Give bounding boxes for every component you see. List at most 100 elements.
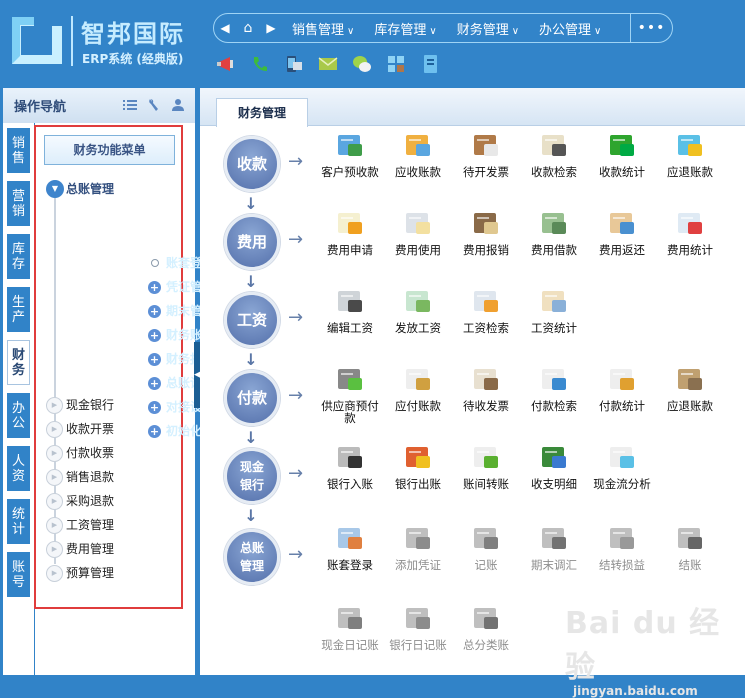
function-item[interactable]: 费用申请	[318, 210, 382, 256]
function-item[interactable]: 费用使用	[386, 210, 450, 256]
function-item[interactable]: 待收发票	[454, 366, 518, 412]
function-item[interactable]: 工资检索	[454, 288, 518, 334]
function-item[interactable]: 费用统计	[658, 210, 722, 256]
nav-menu-inventory[interactable]: 库存管理 ∨	[364, 19, 446, 38]
module-tab-office[interactable]: 办公	[7, 393, 30, 438]
wrench-icon[interactable]	[147, 98, 161, 112]
sidebar-header: 操作导航	[3, 88, 195, 123]
flow-node-general-ledger[interactable]: 总账管理	[224, 529, 280, 585]
plus-icon: +	[148, 280, 161, 294]
function-item[interactable]: 费用报销	[454, 210, 518, 256]
more-menu-button[interactable]: •••	[630, 13, 672, 43]
module-tab-statistics[interactable]: 统计	[7, 499, 30, 544]
mobile-icon[interactable]	[284, 54, 304, 74]
function-item[interactable]: 应退账款	[658, 366, 722, 412]
function-icon	[675, 366, 705, 394]
function-icon	[335, 525, 365, 553]
nav-menu-label: 财务管理	[456, 22, 509, 38]
nav-menu-sales[interactable]: 销售管理 ∨	[282, 19, 364, 38]
watermark-url: jingyan.baidu.com	[573, 684, 698, 698]
caret-left-icon[interactable]: ◀	[214, 21, 236, 35]
function-item[interactable]: 收款统计	[590, 132, 654, 178]
home-icon[interactable]: ⌂	[236, 20, 260, 36]
function-item[interactable]: 银行出账	[386, 444, 450, 490]
module-tab-sales[interactable]: 销售	[7, 128, 30, 173]
flow-node-cash-bank[interactable]: 现金银行	[224, 448, 280, 504]
arrow-down-icon: ↓	[244, 506, 258, 525]
function-item[interactable]: 收款检索	[522, 132, 586, 178]
tree-group-label: 费用管理	[66, 542, 115, 556]
function-label: 费用申请	[327, 243, 373, 257]
nav-menu-office[interactable]: 办公管理 ∨	[529, 19, 611, 38]
tab-finance-management[interactable]: 财务管理	[216, 98, 308, 127]
function-item[interactable]: 付款检索	[522, 366, 586, 412]
tree-group[interactable]: ▶ 付款收票	[46, 441, 181, 465]
wechat-icon[interactable]	[352, 54, 372, 74]
function-label: 现金日记账	[321, 638, 379, 652]
phone-icon[interactable]	[250, 54, 270, 74]
flow-node-payment[interactable]: 付款	[224, 370, 280, 426]
module-tab-production[interactable]: 生产	[7, 287, 30, 332]
user-icon[interactable]	[171, 98, 185, 112]
function-item[interactable]: 银行日记账	[386, 605, 450, 651]
flow-node-salary[interactable]: 工资	[224, 292, 280, 348]
tree-group[interactable]: ▶ 收款开票	[46, 417, 181, 441]
tree-group[interactable]: ▶ 费用管理	[46, 537, 181, 561]
function-item[interactable]: 发放工资	[386, 288, 450, 334]
function-item[interactable]: 现金流分析	[590, 444, 654, 490]
mail-icon[interactable]	[318, 54, 338, 74]
function-item[interactable]: 供应商预付款	[318, 366, 382, 424]
function-item[interactable]: 客户预收款	[318, 132, 382, 178]
tree-root-general-ledger[interactable]: ▼ 总账管理	[46, 177, 181, 201]
module-tab-hr[interactable]: 人资	[7, 446, 30, 491]
nav-menu-finance[interactable]: 财务管理 ∨	[447, 19, 529, 38]
flow-node-expense[interactable]: 费用	[224, 214, 280, 270]
function-item[interactable]: 费用返还	[590, 210, 654, 256]
function-item[interactable]: 应退账款	[658, 132, 722, 178]
finance-menu-title-button[interactable]: 财务功能菜单	[44, 135, 175, 165]
list-icon[interactable]	[123, 98, 137, 112]
flow-node-label: 费用	[236, 233, 267, 251]
brand-subtitle: ERP系统 (经典版)	[82, 52, 184, 66]
function-item[interactable]: 记账	[454, 525, 518, 571]
function-item[interactable]: 账套登录	[318, 525, 382, 571]
megaphone-icon[interactable]	[216, 54, 236, 74]
tree-group[interactable]: ▶ 工资管理	[46, 513, 181, 537]
function-item[interactable]: 结账	[658, 525, 722, 571]
function-icon	[607, 210, 637, 238]
function-icon	[335, 444, 365, 472]
module-tab-account[interactable]: 账号	[7, 552, 30, 597]
function-item[interactable]: 总分类账	[454, 605, 518, 651]
function-item[interactable]: 现金日记账	[318, 605, 382, 651]
function-item[interactable]: 账间转账	[454, 444, 518, 490]
module-tab-marketing[interactable]: 营销	[7, 181, 30, 226]
function-label: 待开发票	[463, 165, 509, 179]
grid-icon[interactable]	[386, 54, 406, 74]
function-icon	[675, 525, 705, 553]
notebook-icon[interactable]	[420, 54, 440, 74]
caret-right-icon[interactable]: ▶	[260, 21, 282, 35]
function-item[interactable]: 期末调汇	[522, 525, 586, 571]
function-item[interactable]: 工资统计	[522, 288, 586, 334]
function-item[interactable]: 应付账款	[386, 366, 450, 412]
function-item[interactable]: 付款统计	[590, 366, 654, 412]
module-tab-inventory[interactable]: 库存	[7, 234, 30, 279]
brand-name: 智邦国际	[81, 20, 185, 48]
function-item[interactable]: 费用借款	[522, 210, 586, 256]
flow-node-receipt[interactable]: 收款	[224, 136, 280, 192]
tree-group[interactable]: ▶ 采购退款	[46, 489, 181, 513]
function-item[interactable]: 编辑工资	[318, 288, 382, 334]
function-item[interactable]: 结转损益	[590, 525, 654, 571]
tree-group[interactable]: ▶ 预算管理	[46, 561, 181, 585]
tree-group[interactable]: ▶ 现金银行	[46, 393, 181, 417]
function-item[interactable]: 应收账款	[386, 132, 450, 178]
module-tab-finance[interactable]: 财务	[7, 340, 30, 385]
tree-group[interactable]: ▶ 销售退款	[46, 465, 181, 489]
function-item[interactable]: 待开发票	[454, 132, 518, 178]
function-item[interactable]: 银行入账	[318, 444, 382, 490]
function-item[interactable]: 添加凭证	[386, 525, 450, 571]
function-item[interactable]: 收支明细	[522, 444, 586, 490]
function-label: 发放工资	[395, 321, 441, 335]
function-icon	[403, 132, 433, 160]
function-label: 银行日记账	[389, 638, 447, 652]
